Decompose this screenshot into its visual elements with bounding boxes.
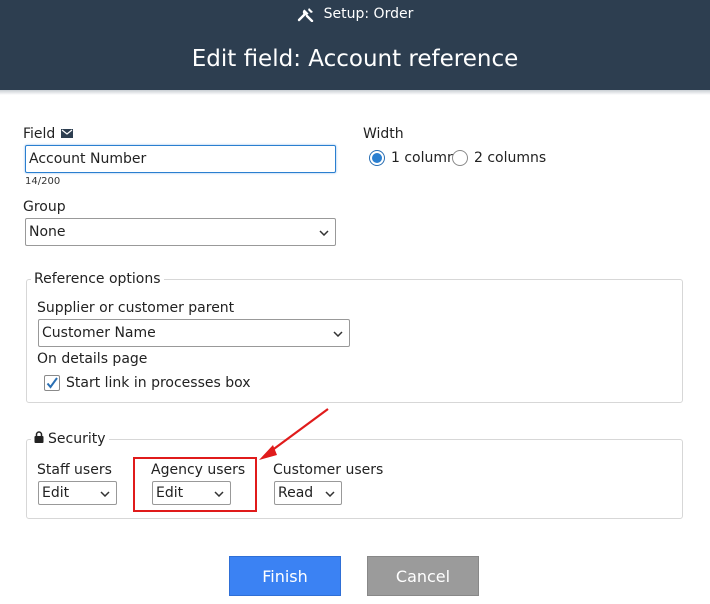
staff-users-label: Staff users xyxy=(37,462,112,478)
reference-options-legend: Reference options xyxy=(31,271,164,287)
field-name-input[interactable]: Account Number xyxy=(25,145,336,173)
security-legend-text: Security xyxy=(48,431,106,447)
width-radio-2-columns[interactable] xyxy=(452,150,468,166)
width-option-2-label: 2 columns xyxy=(474,150,547,166)
annotation-highlight-box xyxy=(133,457,257,512)
security-legend: Security xyxy=(31,431,109,447)
chevron-down-icon xyxy=(319,224,329,240)
staff-users-value: Edit xyxy=(42,485,70,501)
breadcrumb-text: Setup: Order xyxy=(323,6,414,22)
group-label: Group xyxy=(23,199,66,215)
width-radio-1-column[interactable] xyxy=(369,150,385,166)
header-divider xyxy=(0,90,710,95)
width-label: Width xyxy=(363,126,404,142)
width-option-1-label: 1 column xyxy=(391,150,456,166)
customer-users-select[interactable]: Read xyxy=(274,481,342,505)
envelope-icon xyxy=(61,126,74,142)
lock-icon xyxy=(34,431,44,447)
staff-users-select[interactable]: Edit xyxy=(38,481,117,505)
breadcrumb: Setup: Order xyxy=(0,4,710,24)
finish-button[interactable]: Finish xyxy=(229,556,341,596)
page-header: Setup: Order Edit field: Account referen… xyxy=(0,0,710,90)
field-label: Field xyxy=(23,126,74,142)
parent-select[interactable]: Customer Name xyxy=(38,319,350,347)
parent-select-value: Customer Name xyxy=(42,325,156,341)
group-select[interactable]: None xyxy=(25,218,336,246)
field-label-text: Field xyxy=(23,126,56,142)
char-count: 14/200 xyxy=(25,176,61,187)
chevron-down-icon xyxy=(325,485,335,501)
chevron-down-icon xyxy=(100,485,110,501)
annotation-arrow-icon xyxy=(259,408,329,460)
customer-users-value: Read xyxy=(278,485,314,501)
tools-icon xyxy=(297,7,314,22)
chevron-down-icon xyxy=(333,325,343,341)
page-title: Edit field: Account reference xyxy=(191,46,519,72)
security-panel xyxy=(26,439,683,519)
cancel-button[interactable]: Cancel xyxy=(367,556,479,596)
group-select-value: None xyxy=(29,224,66,240)
details-page-label: On details page xyxy=(37,351,148,367)
parent-label: Supplier or customer parent xyxy=(37,300,235,316)
checkmark-icon xyxy=(46,377,58,389)
start-link-checkbox[interactable] xyxy=(44,375,60,391)
start-link-label: Start link in processes box xyxy=(66,375,251,391)
